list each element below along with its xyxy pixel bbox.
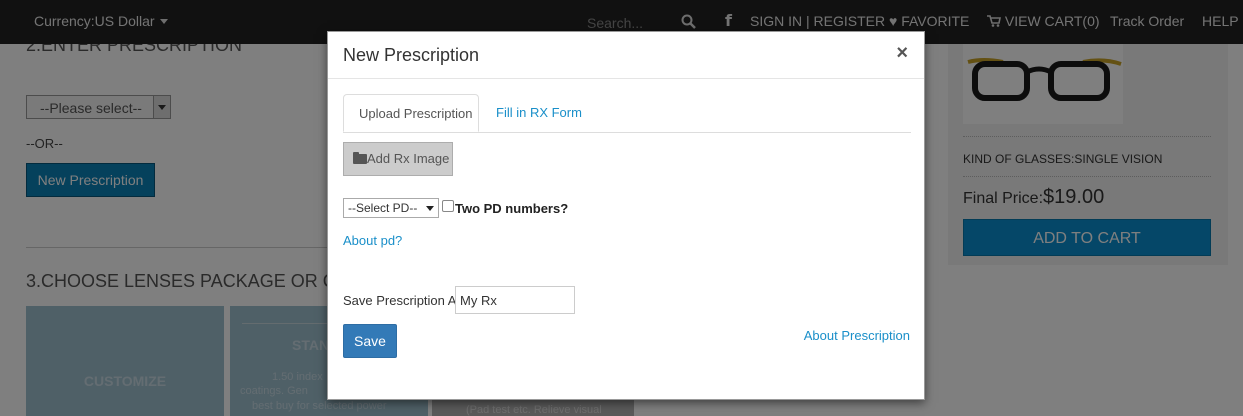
new-prescription-modal: New Prescription × Upload Prescription F…	[327, 31, 925, 400]
modal-title: New Prescription	[343, 45, 480, 65]
save-prescription-as-label: Save Prescription As:	[343, 293, 467, 308]
close-icon[interactable]: ×	[896, 42, 908, 65]
about-pd-link[interactable]: About pd?	[343, 233, 402, 248]
chevron-down-icon	[426, 206, 434, 211]
two-pd-label: Two PD numbers?	[455, 201, 569, 216]
tab-fill-rx-form[interactable]: Fill in RX Form	[481, 94, 597, 132]
pd-select-value: --Select PD--	[348, 201, 418, 215]
modal-header: New Prescription ×	[328, 32, 924, 79]
add-rx-image-label: Add Rx Image	[367, 151, 450, 166]
save-button[interactable]: Save	[343, 324, 397, 358]
about-prescription-link[interactable]: About Prescription	[804, 328, 910, 343]
save-prescription-as-input[interactable]	[455, 286, 575, 314]
add-rx-image-button[interactable]: Add Rx Image	[343, 142, 453, 176]
modal-tabs: Upload Prescription Fill in RX Form	[343, 94, 911, 133]
folder-open-icon	[353, 152, 367, 164]
two-pd-checkbox[interactable]	[442, 200, 454, 212]
pd-select[interactable]: --Select PD--	[343, 198, 439, 218]
tab-upload-prescription[interactable]: Upload Prescription	[343, 94, 479, 132]
